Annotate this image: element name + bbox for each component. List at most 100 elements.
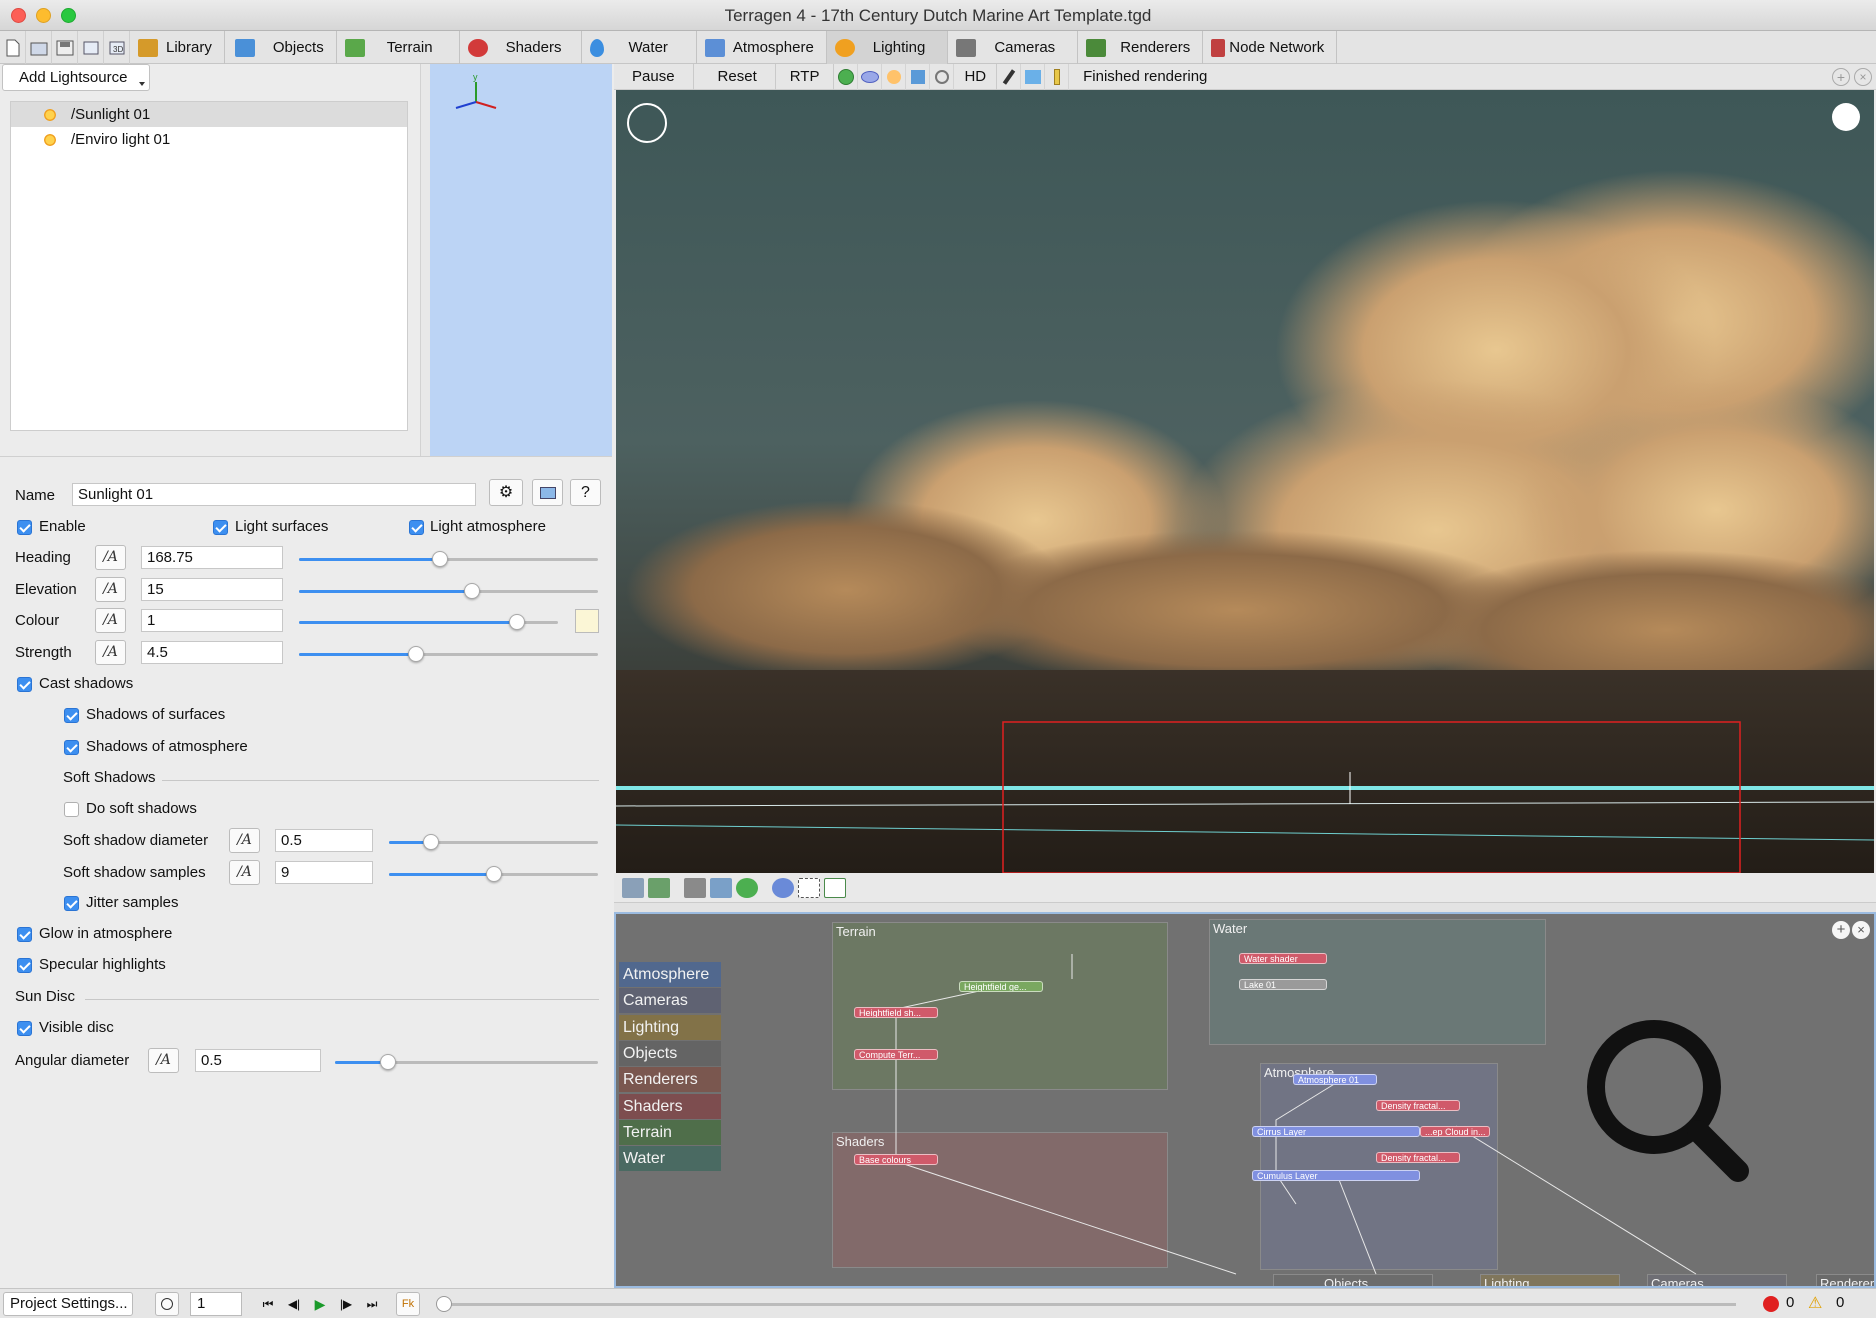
camera-icon[interactable] [622, 877, 644, 898]
node-category-shaders[interactable]: Shaders [619, 1093, 721, 1119]
tab-node-network[interactable]: Node Network [1203, 31, 1338, 64]
add-view-icon[interactable]: + [1832, 68, 1850, 86]
node-lake[interactable]: Lake 01 [1239, 979, 1327, 990]
soft-shadow-samples-field[interactable]: 9 [275, 861, 373, 884]
render-viewport[interactable] [616, 90, 1874, 873]
glow-atmosphere-checkbox[interactable] [17, 927, 32, 942]
terrain-preview-icon[interactable] [834, 63, 859, 90]
node-cloud[interactable]: ...ep Cloud in... [1420, 1126, 1490, 1137]
tab-shaders[interactable]: Shaders [460, 31, 583, 64]
soft-shadow-diameter-field[interactable]: 0.5 [275, 829, 373, 852]
function-icon[interactable]: /A [148, 1048, 179, 1073]
copy-camera-icon[interactable] [710, 877, 732, 898]
refresh-icon[interactable] [736, 877, 758, 898]
previous-frame-icon[interactable]: ◀| [281, 1293, 307, 1315]
render-image-icon[interactable] [648, 877, 670, 898]
tab-renderers[interactable]: Renderers [1078, 31, 1204, 64]
shadows-atmosphere-checkbox[interactable] [64, 740, 79, 755]
camera-settings-icon[interactable] [684, 877, 706, 898]
node-category-terrain[interactable]: Terrain [619, 1119, 721, 1145]
node-network-view[interactable]: Atmosphere Cameras Lighting Objects Renderer… [614, 912, 1876, 1288]
node-base-colours[interactable]: Base colours [854, 1154, 938, 1165]
tab-cameras[interactable]: Cameras [948, 31, 1079, 64]
splitter-handle[interactable] [420, 64, 430, 456]
export-icon[interactable]: 3D [104, 31, 130, 64]
node-group-terrain[interactable]: Terrain [832, 922, 1168, 1090]
project-settings-button[interactable]: Project Settings... [3, 1292, 133, 1316]
node-group-shaders[interactable]: Shaders [832, 1132, 1168, 1268]
close-window-button[interactable] [11, 8, 26, 23]
gear-icon[interactable]: ⚙ [489, 479, 523, 506]
node-category-cameras[interactable]: Cameras [619, 988, 721, 1014]
close-view-icon[interactable]: × [1854, 68, 1872, 86]
add-lightsource-dropdown[interactable]: Add Lightsource [2, 64, 150, 91]
curve-icon[interactable] [824, 877, 846, 898]
hd-button[interactable]: HD [954, 63, 998, 90]
soft-shadow-samples-slider[interactable] [389, 866, 598, 882]
name-field[interactable]: Sunlight 01 [72, 483, 476, 506]
zoom-window-button[interactable] [61, 8, 76, 23]
node-group-renderers[interactable]: Renderers [1816, 1274, 1874, 1286]
node-density-fractal[interactable]: Density fractal... [1376, 1152, 1460, 1163]
last-frame-icon[interactable]: ⏭ [359, 1293, 385, 1315]
node-water-shader[interactable]: Water shader [1239, 953, 1327, 964]
water-preview-icon[interactable] [1021, 63, 1046, 90]
reset-button[interactable]: Reset [694, 63, 776, 90]
tab-library[interactable]: Library [130, 31, 225, 64]
node-atmosphere[interactable]: Atmosphere 01 [1293, 1074, 1377, 1085]
node-group-atmosphere[interactable]: Atmosphere [1260, 1063, 1498, 1270]
next-frame-icon[interactable]: |▶ [333, 1293, 359, 1315]
rtp-button[interactable]: RTP [776, 63, 835, 90]
light-atmosphere-checkbox[interactable] [409, 520, 424, 535]
function-icon[interactable]: /A [95, 640, 126, 665]
node-cumulus-layer[interactable]: Cumulus Layer [1252, 1170, 1420, 1181]
open-file-icon[interactable] [26, 31, 52, 64]
colour-swatch[interactable] [575, 609, 599, 633]
sun-preview-icon[interactable] [882, 63, 907, 90]
help-button[interactable]: ? [570, 479, 601, 506]
tab-water[interactable]: Water [582, 31, 697, 64]
node-category-renderers[interactable]: Renderers [619, 1067, 721, 1093]
function-icon[interactable]: /A [95, 577, 126, 602]
heading-slider[interactable] [299, 551, 598, 567]
elevation-slider[interactable] [299, 583, 598, 599]
cast-shadows-checkbox[interactable] [17, 677, 32, 692]
search-icon[interactable] [1576, 1009, 1756, 1189]
settings-preview-icon[interactable] [930, 63, 955, 90]
minimize-window-button[interactable] [36, 8, 51, 23]
node-heightfield-shader[interactable]: Heightfield sh... [854, 1007, 938, 1018]
do-soft-shadows-checkbox[interactable] [64, 802, 79, 817]
import-icon[interactable] [78, 31, 104, 64]
exposure-icon[interactable] [1045, 63, 1070, 90]
soft-shadow-diameter-slider[interactable] [389, 834, 598, 850]
node-group-cameras[interactable]: Cameras [1647, 1274, 1787, 1286]
fit-view-icon[interactable] [798, 877, 820, 898]
mini-viewport[interactable]: y [430, 64, 612, 456]
brush-icon[interactable] [997, 63, 1022, 90]
node-category-water[interactable]: Water [619, 1146, 721, 1172]
node-heightfield-generate[interactable]: Heightfield ge... [959, 981, 1043, 992]
node-group-objects[interactable]: Objects [1273, 1274, 1433, 1286]
new-file-icon[interactable] [0, 31, 26, 64]
node-category-objects[interactable]: Objects [619, 1040, 721, 1066]
panel-divider[interactable] [0, 456, 612, 460]
colour-field[interactable]: 1 [141, 609, 283, 632]
clouds-preview-icon[interactable] [858, 63, 883, 90]
tab-terrain[interactable]: Terrain [337, 31, 460, 64]
tab-lighting[interactable]: Lighting [826, 31, 949, 64]
node-density-fractal[interactable]: Density fractal... [1376, 1100, 1460, 1111]
play-icon[interactable]: ▶ [307, 1293, 333, 1315]
tab-atmosphere[interactable]: Atmosphere [697, 31, 827, 64]
elevation-field[interactable]: 15 [141, 578, 283, 601]
warning-icon[interactable]: ⚠ [1808, 1293, 1822, 1313]
save-file-icon[interactable] [52, 31, 78, 64]
function-icon[interactable]: /A [95, 545, 126, 570]
frame-settings-icon[interactable]: Fk [396, 1292, 420, 1316]
function-icon[interactable]: /A [229, 828, 260, 853]
node-compute-terrain[interactable]: Compute Terr... [854, 1049, 938, 1060]
angular-diameter-field[interactable]: 0.5 [195, 1049, 321, 1072]
window-icon[interactable] [532, 479, 563, 506]
list-item[interactable]: /Enviro light 01 [11, 127, 407, 152]
clock-icon[interactable] [155, 1292, 179, 1316]
error-icon[interactable] [1763, 1296, 1779, 1312]
